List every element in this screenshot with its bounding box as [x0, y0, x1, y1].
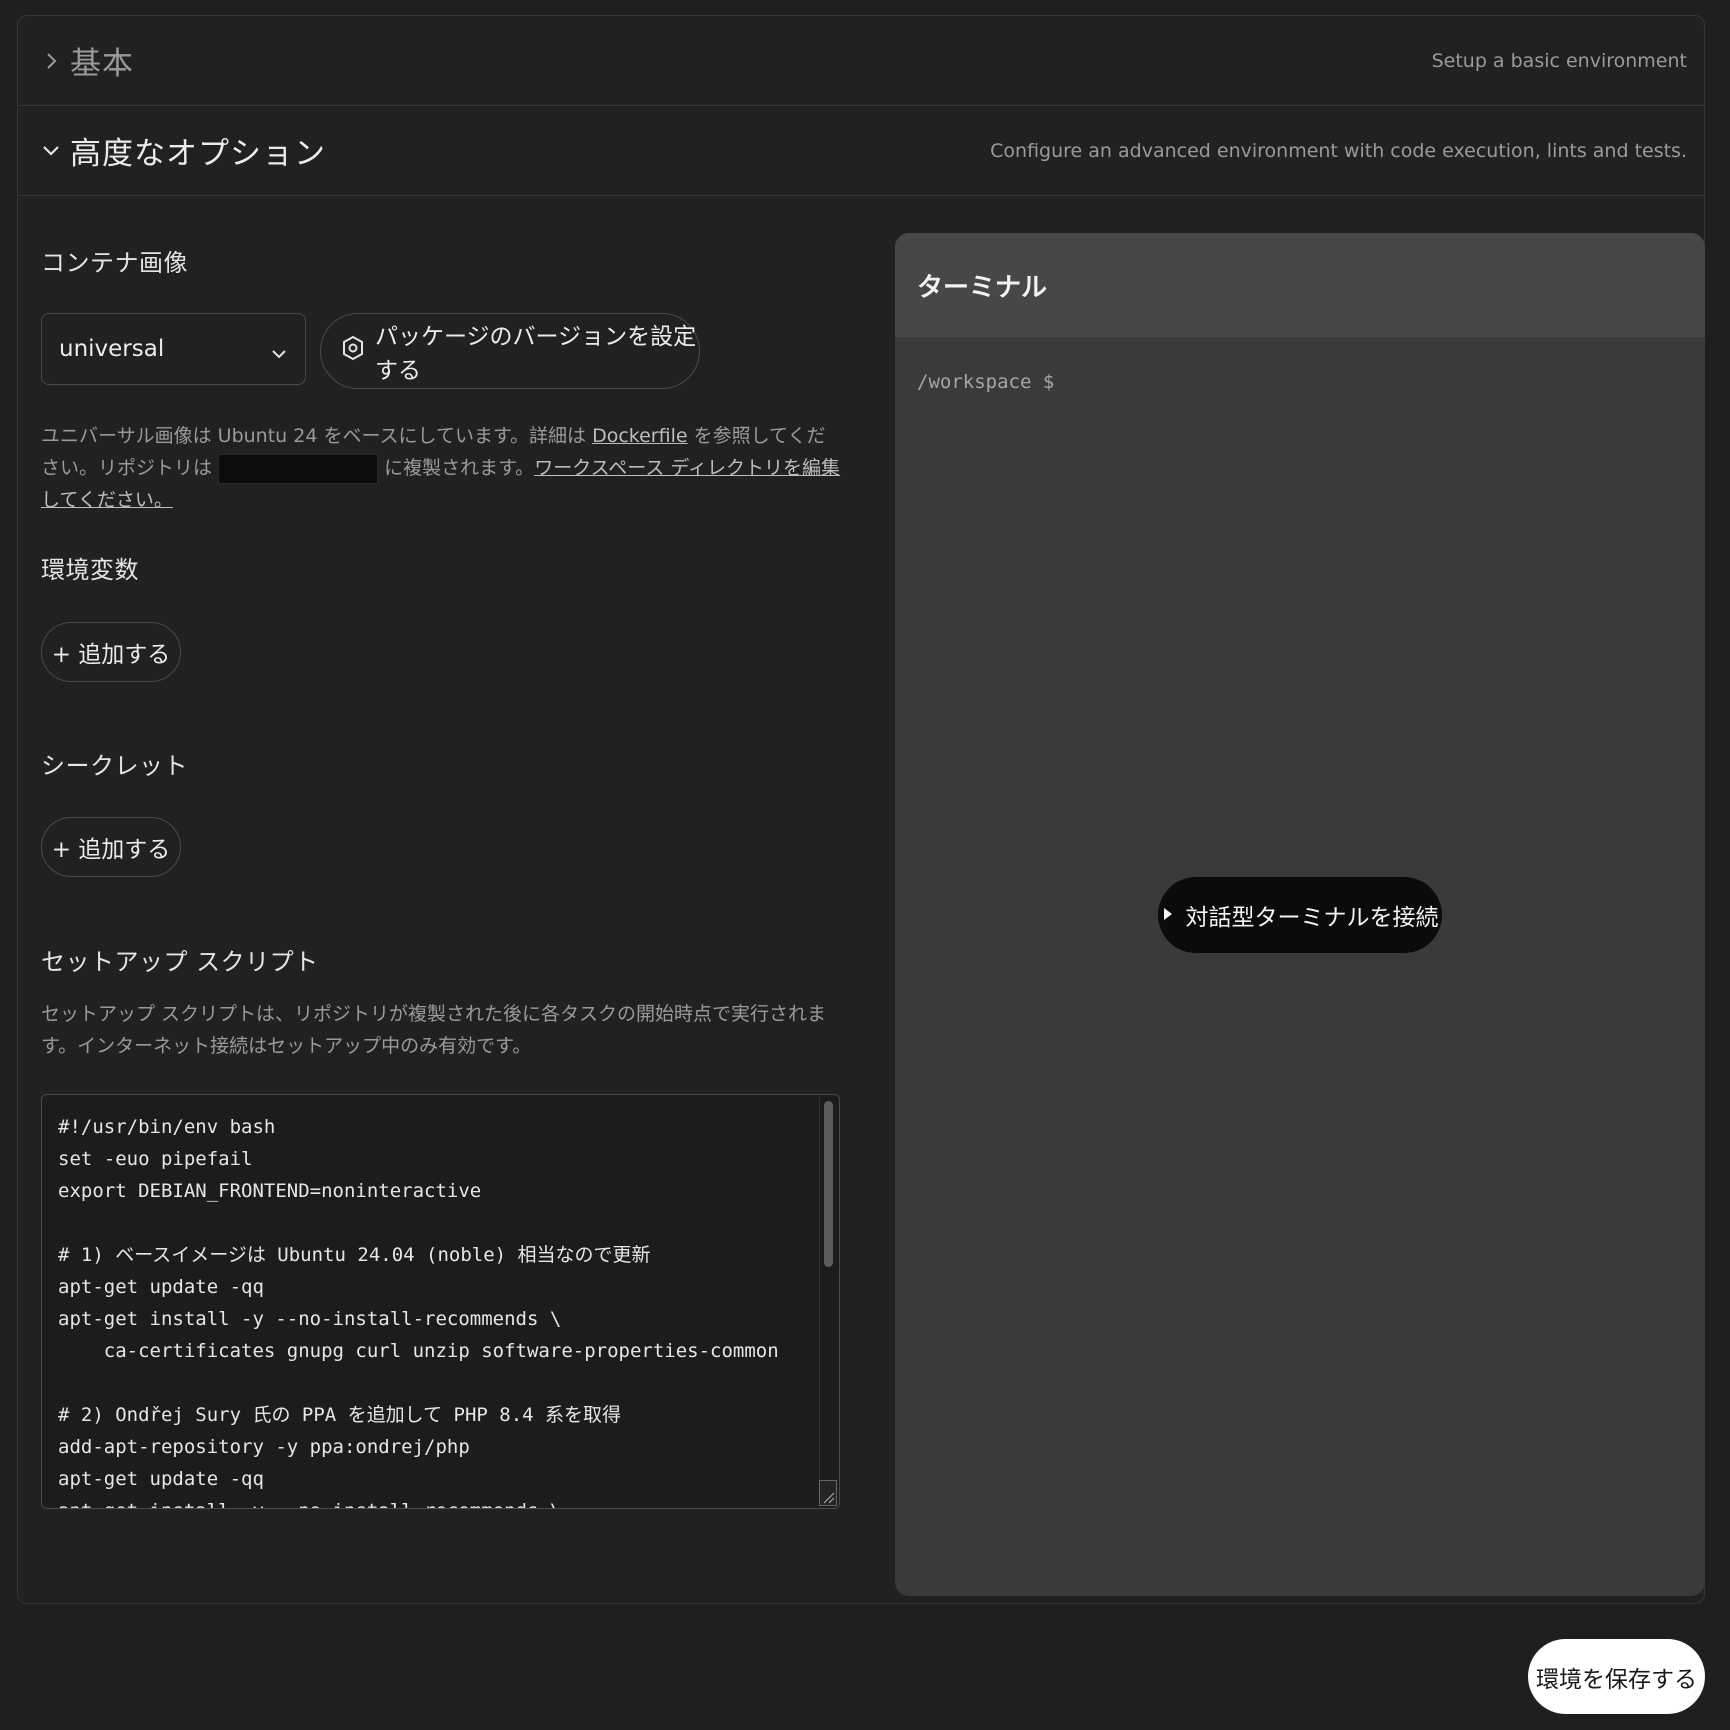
gear-icon [341, 335, 375, 367]
container-image-value: universal [59, 336, 165, 362]
help-text-3: に複製されます。 [378, 457, 535, 479]
terminal-panel: ターミナル /workspace $ 対話型ターミナルを接続 [895, 233, 1705, 1596]
secrets-label: シークレット [41, 752, 188, 780]
help-text-1: ユニバーサル画像は Ubuntu 24 をベースにしています。詳細は [41, 425, 593, 447]
section-basic-header[interactable]: 基本 Setup a basic environment [18, 16, 1704, 106]
connect-terminal-button[interactable]: 対話型ターミナルを接続 [1158, 877, 1442, 953]
section-basic-title: 基本 [70, 46, 134, 82]
redacted-path [218, 453, 379, 484]
add-env-var-button[interactable]: + 追加する [41, 622, 181, 682]
section-advanced-title: 高度なオプション [70, 136, 326, 172]
section-basic-description: Setup a basic environment [1431, 49, 1687, 72]
terminal-prompt: /workspace $ [917, 371, 1055, 393]
section-advanced-description: Configure an advanced environment with c… [990, 139, 1687, 162]
set-package-versions-label: パッケージのバージョンを設定する [375, 324, 697, 384]
setup-script-editor[interactable]: #!/usr/bin/env bash set -euo pipefail ex… [41, 1094, 840, 1509]
set-package-versions-button[interactable]: パッケージのバージョンを設定する [320, 313, 700, 389]
environment-config-panel: 基本 Setup a basic environment 高度なオプション Co… [17, 15, 1705, 1604]
section-advanced-header[interactable]: 高度なオプション Configure an advanced environme… [18, 106, 1704, 196]
setup-script-text[interactable]: #!/usr/bin/env bash set -euo pipefail ex… [58, 1111, 779, 1508]
connect-terminal-label: 対話型ターミナルを接続 [1185, 905, 1439, 931]
setup-script-help: セットアップ スクリプトは、リポジトリが複製された後に各タスクの開始時点で実行さ… [41, 1003, 827, 1057]
container-image-help: ユニバーサル画像は Ubuntu 24 をベースにしています。詳細は Docke… [41, 420, 841, 516]
setup-script-label: セットアップ スクリプト [41, 948, 319, 976]
dockerfile-link[interactable]: Dockerfile [592, 425, 687, 447]
chevron-right-icon [40, 50, 62, 72]
container-image-label: コンテナ画像 [41, 249, 188, 277]
env-vars-label: 環境変数 [41, 556, 139, 584]
add-secret-button[interactable]: + 追加する [41, 817, 181, 877]
play-icon [1162, 902, 1186, 928]
terminal-title: ターミナル [895, 233, 1705, 337]
editor-scrollbar-thumb[interactable] [824, 1101, 833, 1267]
container-image-select[interactable]: universal [41, 313, 306, 385]
chevron-down-icon [271, 340, 287, 366]
editor-resize-handle[interactable] [819, 1480, 837, 1506]
chevron-down-icon [40, 140, 62, 162]
save-environment-button[interactable]: 環境を保存する [1528, 1639, 1705, 1714]
